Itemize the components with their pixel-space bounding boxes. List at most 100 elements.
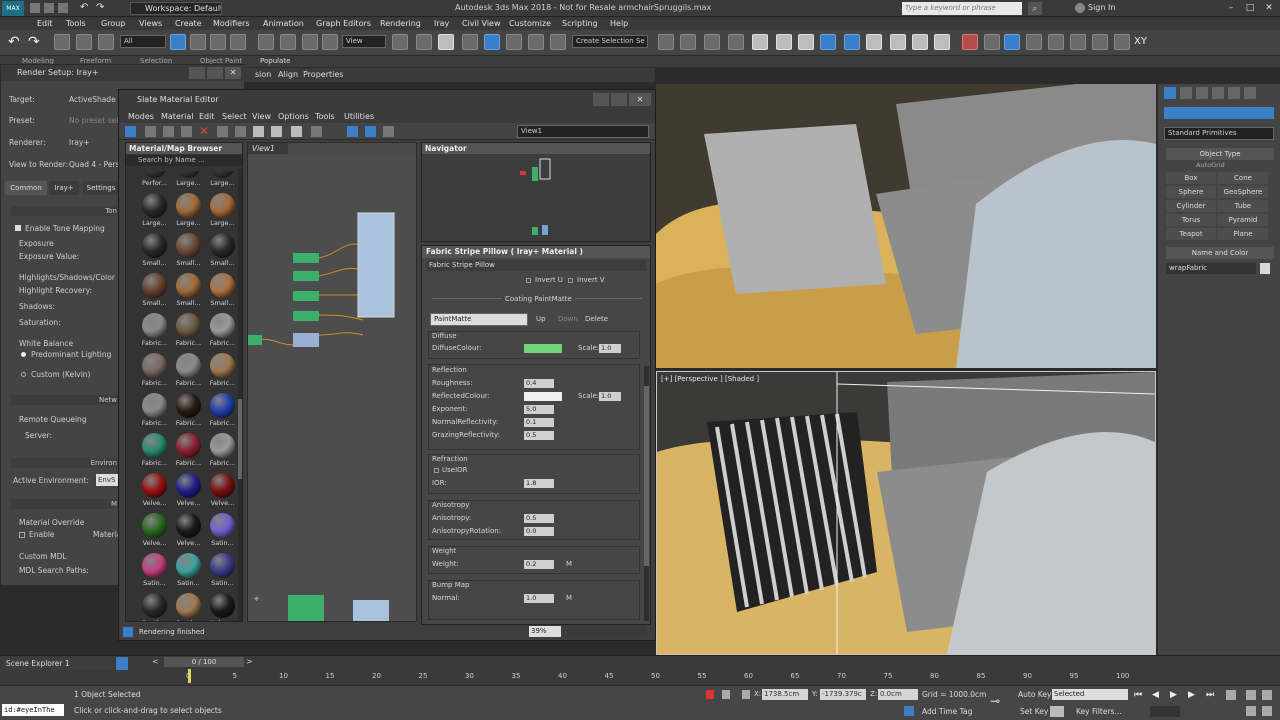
perspective-viewport[interactable]: [+] [Perspective ] [Shaded ] <box>656 371 1156 655</box>
select-object-icon[interactable] <box>170 34 186 50</box>
material-swatch[interactable]: Fabric... <box>138 391 171 429</box>
timeline-ruler[interactable]: 0 5 10 15 20 25 30 35 40 45 50 55 60 65 70 75 80 85 90 95 10… <box>186 670 1129 684</box>
m-section[interactable]: M <box>11 499 119 509</box>
preset-dropdown[interactable]: No preset sele <box>69 116 119 125</box>
menu-graph-editors[interactable]: Graph Editors <box>316 17 371 30</box>
delete-button[interactable]: Delete <box>585 315 608 323</box>
environment-section[interactable]: Environ <box>11 458 119 468</box>
material-swatch[interactable]: Fabric... <box>172 431 205 469</box>
prev-frame-icon[interactable]: ◀ <box>1152 690 1159 700</box>
browser-scroll-thumb[interactable] <box>238 399 242 479</box>
material-browser-icon[interactable] <box>347 126 358 137</box>
slate-menu-tools[interactable]: Tools <box>315 110 335 123</box>
material-editor-icon[interactable] <box>798 34 814 50</box>
browser-scrollbar[interactable] <box>238 169 242 621</box>
normal-reflectivity-input[interactable]: 0.1 <box>524 418 554 427</box>
rotate-icon[interactable] <box>280 34 296 50</box>
weight-map-button[interactable]: M <box>566 560 572 568</box>
active-environment-button[interactable]: EnvS <box>96 474 119 486</box>
hierarchy-tab-icon[interactable] <box>1196 87 1208 99</box>
toggle-ribbon-icon[interactable] <box>728 34 744 50</box>
menu-views[interactable]: Views <box>139 17 162 30</box>
goto-start-icon[interactable]: ⏮ <box>1134 690 1142 700</box>
time-next-icon[interactable]: > <box>246 657 256 667</box>
selection-filter-dropdown[interactable]: All <box>120 35 166 48</box>
material-swatch[interactable]: Fabric... <box>138 311 171 349</box>
target-dropdown[interactable]: ActiveShade M <box>69 95 119 104</box>
key-selection-dropdown[interactable]: Selected <box>1052 689 1128 700</box>
next-frame-icon[interactable]: ▶ <box>1188 690 1195 700</box>
params-scrollbar[interactable] <box>644 366 649 621</box>
search-icon[interactable]: ⌕ <box>1028 2 1042 15</box>
material-swatch[interactable]: Satin... <box>206 511 239 549</box>
display-tab-icon[interactable] <box>1228 87 1240 99</box>
keyboard-shortcut-icon[interactable] <box>438 34 454 50</box>
material-swatch[interactable]: Fabric... <box>138 431 171 469</box>
slate-menu-edit[interactable]: Edit <box>199 110 215 123</box>
material-swatch[interactable]: Fabric... <box>172 311 205 349</box>
render-iterative-icon[interactable] <box>890 34 906 50</box>
material-swatch[interactable]: Nylon... <box>206 591 239 621</box>
slate-menu-material[interactable]: Material <box>161 110 194 123</box>
material-swatch[interactable]: Velve... <box>138 471 171 509</box>
goto-end-icon[interactable]: ⏭ <box>1206 690 1214 700</box>
rendered-viewport[interactable] <box>656 84 1156 368</box>
isolate-icon[interactable] <box>722 690 730 699</box>
slate-menu-select[interactable]: Select <box>222 110 247 123</box>
menu-scripting[interactable]: Scripting <box>562 17 598 30</box>
bind-spacewarp-icon[interactable] <box>98 34 114 50</box>
move-icon[interactable] <box>258 34 274 50</box>
view1-tab[interactable]: View1 <box>248 143 288 154</box>
time-slider[interactable]: 0 / 100 <box>164 657 244 667</box>
up-button[interactable]: Up <box>536 315 546 323</box>
layout-all-icon[interactable] <box>291 126 302 137</box>
view-dropdown[interactable]: View1 <box>517 125 649 138</box>
material-swatch[interactable]: Fabric... <box>172 351 205 389</box>
sphere-button[interactable]: Sphere <box>1166 186 1216 198</box>
orbit-icon[interactable] <box>1246 706 1256 716</box>
slate-select-icon[interactable] <box>125 126 136 137</box>
weight-input[interactable]: 0.2 <box>524 560 554 569</box>
toolbar-tool-7-icon[interactable] <box>1092 34 1108 50</box>
select-manipulate-icon[interactable] <box>416 34 432 50</box>
normal-map-button[interactable]: M <box>566 594 572 602</box>
tab-common[interactable]: Common <box>5 181 47 195</box>
delete-icon[interactable]: ✕ <box>199 124 209 138</box>
menu-edit[interactable]: Edit <box>37 17 53 30</box>
menu-tools[interactable]: Tools <box>66 17 86 30</box>
time-prev-icon[interactable]: < <box>152 657 162 667</box>
render-cloud-icon[interactable] <box>934 34 950 50</box>
anisotropy-input[interactable]: 0.5 <box>524 514 554 523</box>
activeshade-icon[interactable] <box>912 34 928 50</box>
window-crossing-icon[interactable] <box>230 34 246 50</box>
invert-v-checkbox[interactable] <box>568 278 573 283</box>
reference-coord-dropdown[interactable]: View <box>342 35 386 48</box>
anisotropy-rotation-input[interactable]: 0.0 <box>524 527 554 536</box>
redo-icon[interactable]: ↷ <box>96 2 104 13</box>
placement-icon[interactable] <box>322 34 338 50</box>
material-swatch[interactable]: Seatb... <box>172 591 205 621</box>
link-icon[interactable] <box>54 34 70 50</box>
pivot-icon[interactable] <box>392 34 408 50</box>
material-override-slot[interactable]: Materia <box>93 530 119 539</box>
material-swatch[interactable]: Seatb... <box>138 591 171 621</box>
open-icon[interactable] <box>44 3 54 13</box>
reflected-colour-swatch[interactable] <box>524 392 562 401</box>
utilities-tab-icon[interactable] <box>1244 87 1256 99</box>
autogrid-checkbox[interactable]: AutoGrid <box>1196 161 1225 169</box>
material-swatch[interactable]: Perfor... <box>138 171 171 189</box>
geosphere-button[interactable]: GeoSphere <box>1218 186 1268 198</box>
material-swatch[interactable]: Large... <box>172 171 205 189</box>
material-swatch[interactable]: Large... <box>138 191 171 229</box>
network-section[interactable]: Netw <box>11 395 119 405</box>
pyramid-button[interactable]: Pyramid <box>1218 214 1268 226</box>
sign-in-link[interactable]: Sign In <box>1088 3 1115 12</box>
pan-view-icon[interactable] <box>1262 690 1272 700</box>
tab-align[interactable]: Align <box>278 70 298 79</box>
cone-button[interactable]: Cone <box>1218 172 1268 184</box>
maximize-icon[interactable]: □ <box>1241 1 1259 15</box>
material-swatch[interactable]: Satin... <box>172 551 205 589</box>
diffuse-colour-swatch[interactable] <box>524 344 562 353</box>
plane-button[interactable]: Plane <box>1218 228 1268 240</box>
schematic-view-icon[interactable] <box>776 34 792 50</box>
